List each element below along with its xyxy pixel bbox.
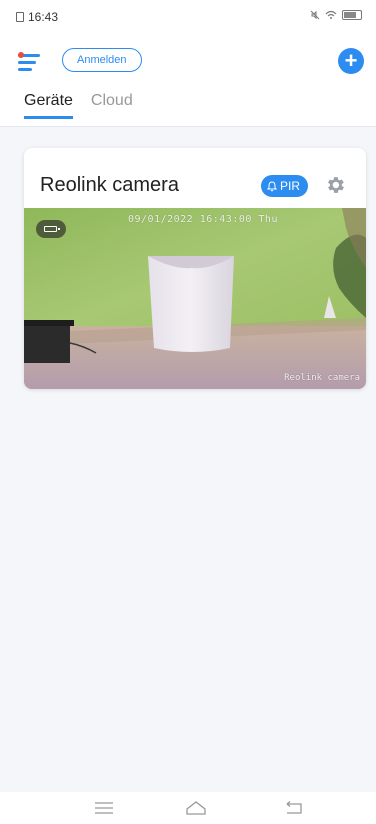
device-name: Reolink camera [40,174,179,196]
menu-lines-icon[interactable] [92,800,116,816]
menu-icon[interactable] [18,52,44,72]
tab-devices[interactable]: Geräte [24,92,73,119]
bell-icon [267,180,277,191]
tab-bar: Geräte Cloud [24,92,133,119]
gear-icon[interactable] [324,174,346,196]
status-time: 16:43 [28,10,59,24]
pir-label: PIR [280,179,301,193]
add-device-button[interactable]: + [338,48,364,74]
camera-preview[interactable]: 09/01/2022 16:43:00 Thu Reolink camera [24,208,366,389]
home-icon[interactable] [184,800,208,816]
camera-snapshot [24,208,366,389]
status-bar: 16:43 [0,0,376,34]
app-header: Anmelden + Geräte Cloud [0,34,376,127]
plus-icon: + [344,48,358,73]
device-card[interactable]: Reolink camera PIR 09/01/2022 16:43:00 T… [24,148,366,389]
status-left: 16:43 [16,10,58,24]
notification-dot [18,52,24,58]
tab-cloud[interactable]: Cloud [91,92,133,119]
osd-camera-name: Reolink camera [284,373,360,383]
back-icon[interactable] [282,800,306,816]
battery-status-icon [342,10,362,20]
mute-icon [310,10,320,20]
status-right [310,10,362,20]
pir-button[interactable]: PIR [261,175,309,197]
app-screen: 16:43 Anmelden + Geräte Cloud Reolink ca… [0,0,376,824]
wifi-icon [325,10,337,19]
battery-icon [36,220,66,238]
osd-timestamp: 09/01/2022 16:43:00 Thu [128,214,278,225]
sim-icon [16,12,24,22]
login-button[interactable]: Anmelden [62,48,142,72]
system-nav-bar [0,792,376,824]
